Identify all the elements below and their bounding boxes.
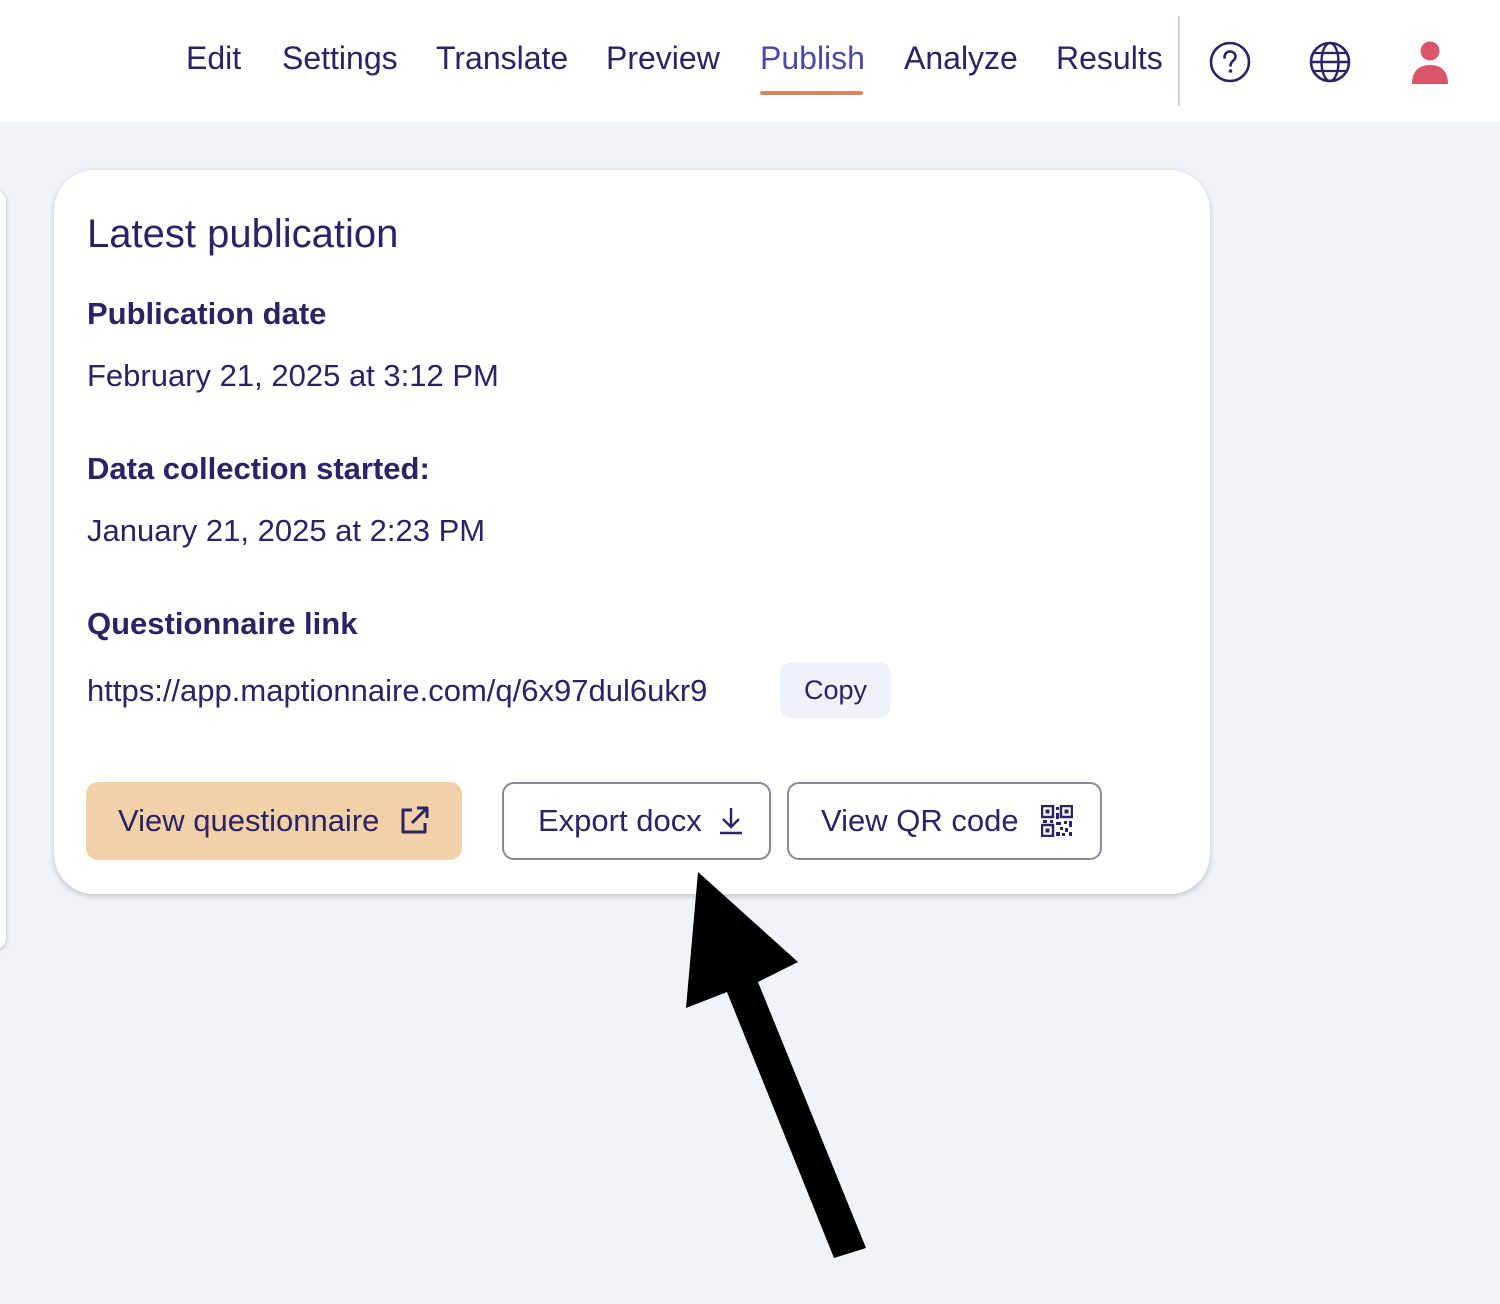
view-questionnaire-button[interactable]: View questionnaire <box>86 782 462 860</box>
nav-tab-preview[interactable]: Preview <box>606 40 720 77</box>
external-link-icon <box>401 806 429 834</box>
nav-tab-translate[interactable]: Translate <box>436 40 568 77</box>
download-icon <box>719 808 742 835</box>
export-docx-label: Export docx <box>538 803 702 838</box>
view-qr-code-label: View QR code <box>821 803 1019 838</box>
nav-tab-publish[interactable]: Publish <box>760 40 865 77</box>
view-questionnaire-label: View questionnaire <box>118 803 380 838</box>
latest-publication-card: Latest publication Publication date Febr… <box>54 170 1210 894</box>
user-icon[interactable] <box>1406 38 1454 86</box>
card-title: Latest publication <box>87 212 399 256</box>
nav-divider <box>1178 16 1180 106</box>
view-qr-code-button[interactable]: View QR code <box>787 782 1102 860</box>
qr-code-icon <box>1040 805 1073 837</box>
help-icon[interactable] <box>1206 38 1254 86</box>
top-navigation-bar: Edit Settings Translate Preview Publish … <box>0 0 1500 122</box>
publication-date-value: February 21, 2025 at 3:12 PM <box>87 358 499 393</box>
questionnaire-link-label: Questionnaire link <box>87 606 358 641</box>
questionnaire-link-value: https://app.maptionnaire.com/q/6x97dul6u… <box>87 673 708 708</box>
export-docx-button[interactable]: Export docx <box>502 782 771 860</box>
active-tab-indicator <box>760 91 863 95</box>
nav-tab-edit[interactable]: Edit <box>186 40 241 77</box>
nav-tab-analyze[interactable]: Analyze <box>904 40 1018 77</box>
nav-tab-settings[interactable]: Settings <box>282 40 398 77</box>
copy-link-button[interactable]: Copy <box>780 662 891 718</box>
data-collection-label: Data collection started: <box>87 451 430 486</box>
data-collection-value: January 21, 2025 at 2:23 PM <box>87 513 486 548</box>
nav-tab-results[interactable]: Results <box>1056 40 1163 77</box>
publication-date-label: Publication date <box>87 296 327 331</box>
previous-card-edge <box>0 190 6 950</box>
globe-icon[interactable] <box>1306 38 1354 86</box>
